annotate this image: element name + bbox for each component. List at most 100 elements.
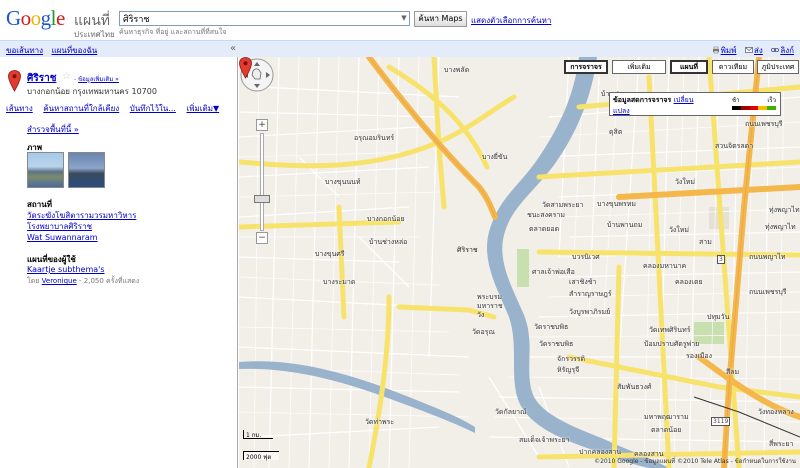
- map-label: คลองเตย: [675, 278, 703, 286]
- explore-area-link[interactable]: สำรวจพื้นที่นี้ »: [27, 123, 79, 136]
- map-label: วังใหม่: [675, 178, 695, 186]
- map-marker-pin-icon[interactable]: [239, 57, 252, 79]
- traffic-color-swatch: [767, 106, 776, 110]
- map-label: ศาลเจ้าพ่อเสือ: [532, 268, 575, 276]
- map-label: ทุ่งพญาไท: [765, 223, 796, 231]
- print-label: พิมพ์: [720, 46, 737, 55]
- map-label: สำราญราษฎร์: [569, 290, 612, 298]
- map-label: สมเด็จเจ้าพระยา: [519, 436, 570, 444]
- map-label: ถนนเพชรบุรี: [749, 288, 787, 296]
- map-label: ทุ่งพญาไท: [769, 206, 800, 214]
- map-label: พระบรมมหาราชวัง: [477, 293, 503, 319]
- map-label: วัดสามพระยา: [542, 201, 584, 209]
- print-button[interactable]: พิมพ์: [712, 46, 739, 55]
- map-label: บางขุนศรี: [315, 250, 345, 258]
- map-label: วัดเทพศิรินทร์: [649, 326, 691, 334]
- place-address: บางกอกน้อย กรุงเทพมหานคร 10700: [27, 87, 157, 96]
- scale-feet: 2000 ฟุต: [243, 451, 279, 461]
- map-label: รองเมือง: [686, 352, 713, 360]
- map-label: วัดกัลยาณ์: [495, 408, 527, 416]
- map-label: ชนะสงคราม: [527, 211, 565, 219]
- map-label: วังบูรพาภิรมย์: [569, 308, 611, 316]
- place-link[interactable]: โรงพยาบาลศิริราช: [27, 222, 92, 231]
- place-link[interactable]: Wat Suwannaram: [27, 233, 98, 242]
- scale-km: 1 กม.: [243, 430, 273, 439]
- traffic-fast-label: เร็ว: [767, 97, 776, 104]
- traffic-color-swatch: [758, 106, 768, 110]
- search-input[interactable]: [119, 11, 410, 26]
- more-info-link[interactable]: ข้อมูลเพิ่มเติม »: [78, 76, 119, 83]
- map-label: วัดราชบพิธ: [534, 323, 569, 331]
- link-button[interactable]: ลิงก์: [771, 46, 794, 55]
- user-map-by: โดย: [27, 277, 40, 285]
- map-label: ปทุมวัน: [707, 313, 730, 321]
- photo-thumbnail[interactable]: [68, 152, 105, 188]
- results-panel: ศิริราช ☆ - ข้อมูลเพิ่มเติม » บางกอกน้อย…: [0, 57, 238, 468]
- map-label: อรุณอมรินทร์: [354, 134, 395, 142]
- terrain-view-button[interactable]: ภูมิประเทศ: [757, 60, 799, 74]
- user-map-author-link[interactable]: Veronique: [42, 277, 77, 285]
- map-label: คลองมหานาค: [643, 262, 687, 270]
- zoom-in-button[interactable]: +: [256, 119, 268, 131]
- traffic-title: ข้อมูลสดการจราจร: [613, 96, 672, 104]
- directions-action-link[interactable]: เส้นทาง: [6, 104, 33, 113]
- map-label: บวรนิเวศ: [572, 253, 600, 261]
- chain-link-icon: [771, 48, 780, 52]
- map-label: ถนนพญาไท: [749, 253, 786, 261]
- satellite-view-button[interactable]: ดาวเทียม: [712, 60, 754, 74]
- map-label: บ้านพานถม: [607, 221, 643, 229]
- send-button[interactable]: ส่ง: [745, 46, 765, 55]
- traffic-edit-link[interactable]: แปลง: [613, 107, 630, 115]
- star-icon[interactable]: ☆: [62, 71, 71, 82]
- zoom-out-button[interactable]: −: [256, 232, 268, 244]
- map-label: บางยี่ขัน: [482, 153, 508, 161]
- canal: [239, 361, 475, 433]
- my-maps-link[interactable]: แผนที่ของฉัน: [52, 46, 98, 55]
- traffic-color-swatch: [732, 106, 741, 110]
- zoom-slider-track[interactable]: [260, 133, 264, 231]
- map-label: วัดราชบพิธ: [539, 340, 574, 348]
- envelope-icon: [745, 47, 753, 53]
- google-maps-logo[interactable]: Google แผนที่ ประเทศไทย: [6, 6, 116, 39]
- map-canvas[interactable]: บางพลัด บ้านปูน บางยี่ขัน อรุณอมรินทร์ บ…: [239, 57, 800, 468]
- photo-thumbnail[interactable]: [27, 152, 64, 188]
- more-layers-button[interactable]: เพิ่มเติม: [612, 60, 666, 74]
- red-marker-pin-icon[interactable]: [8, 70, 21, 92]
- map-label: ตลาดน้อย: [651, 426, 682, 434]
- search-history-dropdown-icon[interactable]: ▼: [399, 12, 409, 25]
- map-label: สีลม: [726, 368, 740, 376]
- more-info-wrap: - ข้อมูลเพิ่มเติม »: [74, 76, 119, 83]
- search-maps-button[interactable]: ค้นหา Maps: [414, 11, 467, 27]
- map-view-button[interactable]: แผนที่: [670, 60, 708, 74]
- traffic-change-link[interactable]: เปลี่ยน: [674, 96, 694, 104]
- zoom-slider-handle[interactable]: [254, 195, 270, 203]
- header: Google แผนที่ ประเทศไทย ▼ ค้นหาธุรกิจ ที…: [0, 0, 800, 40]
- user-map-meta: โดย Veronique - 2,050 ครั้งที่แสดง: [27, 276, 139, 287]
- map-label: บ้านช่างหล่อ: [369, 238, 408, 246]
- get-directions-link[interactable]: ขอเส้นทาง: [6, 46, 43, 55]
- link-label: ลิงก์: [780, 46, 794, 55]
- user-map-link[interactable]: Kaartje subthema's: [27, 265, 105, 274]
- map-copyright[interactable]: ©2010 Google - ข้อมูลแผนที่ ©2010 Tele A…: [594, 456, 796, 466]
- show-search-options-link[interactable]: แสดงตัวเลือกการค้นหา: [471, 14, 551, 27]
- map-label: สัมพันธวงศ์: [617, 383, 652, 391]
- park-area: [517, 249, 529, 287]
- traffic-color-scale: [732, 106, 776, 110]
- place-title-link[interactable]: ศิริราช: [27, 71, 57, 86]
- printer-icon: [712, 46, 719, 54]
- traffic-color-swatch: [740, 106, 750, 110]
- collapse-panel-button[interactable]: «: [230, 43, 236, 54]
- map-label: มหาพฤฒาราม: [644, 413, 689, 421]
- search-nearby-action-link[interactable]: ค้นหาสถานที่ใกล้เคียง: [43, 104, 119, 113]
- traffic-info-panel: ข้อมูลสดการจราจร เปลี่ยน แปลง ช้า เร็ว: [609, 92, 781, 116]
- place-link[interactable]: วัดระฆังโฆสิตารามวรมหาวิหาร: [27, 211, 136, 220]
- more-actions-dropdown[interactable]: เพิ่มเติม▼: [186, 104, 219, 113]
- traffic-color-swatch: [749, 106, 759, 110]
- map-marker-label: ศิริราช: [457, 246, 478, 254]
- map-label: สาม: [699, 238, 712, 246]
- traffic-button[interactable]: การจราจร: [564, 60, 608, 74]
- highway-shield: 3119: [711, 417, 731, 426]
- map-label: สวนจิตรลดา: [715, 142, 754, 150]
- save-to-action-link[interactable]: บันทึกไว้ใน...: [130, 104, 176, 113]
- map-label: ถนนเพชรบุรี: [745, 120, 783, 128]
